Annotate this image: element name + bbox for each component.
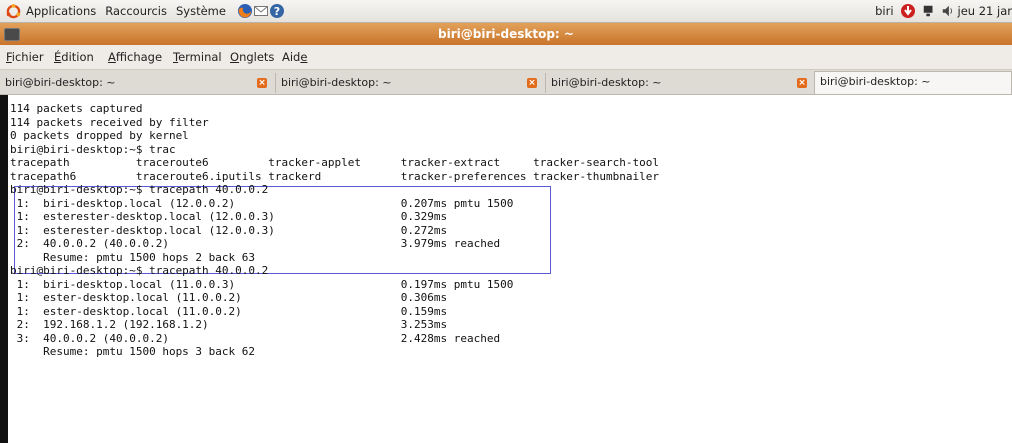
tab-3[interactable]: biri@biri-desktop: ~ ×	[546, 73, 816, 93]
terminal-line: Resume: pmtu 1500 hops 2 back 63	[10, 250, 256, 264]
mail-icon[interactable]	[253, 3, 269, 19]
terminal-line: 1: biri-desktop.local (12.0.0.2) 0.207ms…	[10, 196, 514, 210]
menu-help[interactable]: Aide	[282, 50, 307, 64]
tab-2-close-icon[interactable]: ×	[527, 78, 537, 88]
terminal-line: biri@biri-desktop:~$ tracepath 40.0.0.2	[10, 183, 269, 196]
terminal-line: biri@biri-desktop:~$ tracepath 40.0.0.2	[10, 264, 269, 277]
firefox-icon[interactable]	[237, 3, 253, 19]
menu-tabs[interactable]: Onglets	[230, 50, 274, 64]
tab-3-close-icon[interactable]: ×	[797, 78, 807, 88]
terminal-window-icon[interactable]	[4, 28, 20, 41]
terminal-line: Resume: pmtu 1500 hops 3 back 62	[10, 345, 256, 358]
shortcuts-menu[interactable]: Raccourcis	[105, 4, 167, 18]
terminal-line: 1: esterester-desktop.local (12.0.0.3) 0…	[10, 223, 448, 237]
menu-edit[interactable]: Édition	[54, 50, 94, 64]
ubuntu-logo-icon	[6, 3, 21, 18]
terminal-line: 1: ester-desktop.local (11.0.0.2) 0.306m…	[10, 291, 448, 304]
terminal-line: 0 packets dropped by kernel	[10, 129, 189, 142]
volume-icon[interactable]	[941, 4, 955, 18]
menubar: Fichier Édition Affichage Terminal Ongle…	[0, 45, 1012, 70]
help-icon[interactable]: ?	[269, 3, 285, 19]
menu-view[interactable]: Affichage	[108, 50, 162, 64]
terminal-output[interactable]: 114 packets captured 114 packets receive…	[10, 102, 659, 359]
tab-2-label: biri@biri-desktop: ~	[281, 76, 392, 89]
tab-3-label: biri@biri-desktop: ~	[551, 76, 662, 89]
panel-launchers: ?	[237, 3, 285, 19]
window-titlebar[interactable]: biri@biri-desktop: ~	[0, 23, 1012, 45]
terminal-line: 1: esterester-desktop.local (12.0.0.3) 0…	[10, 210, 448, 223]
panel-menus: Applications Raccourcis Système ?	[6, 3, 285, 19]
tab-4-label: biri@biri-desktop: ~	[820, 75, 931, 88]
applications-menu[interactable]: Applications	[26, 4, 96, 18]
system-menu[interactable]: Système	[176, 4, 226, 18]
terminal-line: 1: biri-desktop.local (11.0.0.3) 0.197ms…	[10, 277, 514, 291]
tab-1[interactable]: biri@biri-desktop: ~ ×	[0, 73, 276, 93]
terminal-line: tracepath traceroute6 tracker-applet tra…	[10, 156, 660, 169]
tab-2[interactable]: biri@biri-desktop: ~ ×	[276, 73, 546, 93]
tab-1-label: biri@biri-desktop: ~	[5, 76, 116, 89]
network-icon[interactable]	[922, 4, 936, 18]
tab-1-close-icon[interactable]: ×	[257, 78, 267, 88]
terminal-line: 3: 40.0.0.2 (40.0.0.2) 2.428ms reached	[10, 331, 501, 345]
tab-bar: biri@biri-desktop: ~ × biri@biri-desktop…	[0, 70, 1012, 95]
window-title: biri@biri-desktop: ~	[438, 27, 574, 41]
terminal-line: biri@biri-desktop:~$ trac	[10, 142, 176, 156]
menu-file[interactable]: Fichier	[6, 50, 44, 64]
top-panel: Applications Raccourcis Système ? biri j…	[0, 0, 1012, 23]
terminal-line: 114 packets captured	[10, 102, 143, 115]
tab-4-active[interactable]: biri@biri-desktop: ~	[814, 71, 1012, 94]
terminal-line: tracepath6 traceroute6.iputils trackerd …	[10, 169, 660, 183]
terminal-area[interactable]: 114 packets captured 114 packets receive…	[0, 95, 1012, 443]
terminal-line: 2: 192.168.1.2 (192.168.1.2) 3.253ms	[10, 318, 448, 331]
terminal-line: 1: ester-desktop.local (11.0.0.2) 0.159m…	[10, 304, 448, 318]
user-name[interactable]: biri	[875, 4, 893, 18]
svg-text:?: ?	[274, 5, 280, 18]
terminal-line: 114 packets received by filter	[10, 115, 209, 129]
clock[interactable]: jeu 21 jar	[958, 4, 1012, 18]
terminal-line: 2: 40.0.0.2 (40.0.0.2) 3.979ms reached	[10, 237, 501, 250]
menu-terminal[interactable]: Terminal	[173, 50, 222, 64]
panel-tray: biri jeu 21 jar	[875, 3, 1012, 19]
update-notifier-icon[interactable]	[900, 3, 916, 19]
